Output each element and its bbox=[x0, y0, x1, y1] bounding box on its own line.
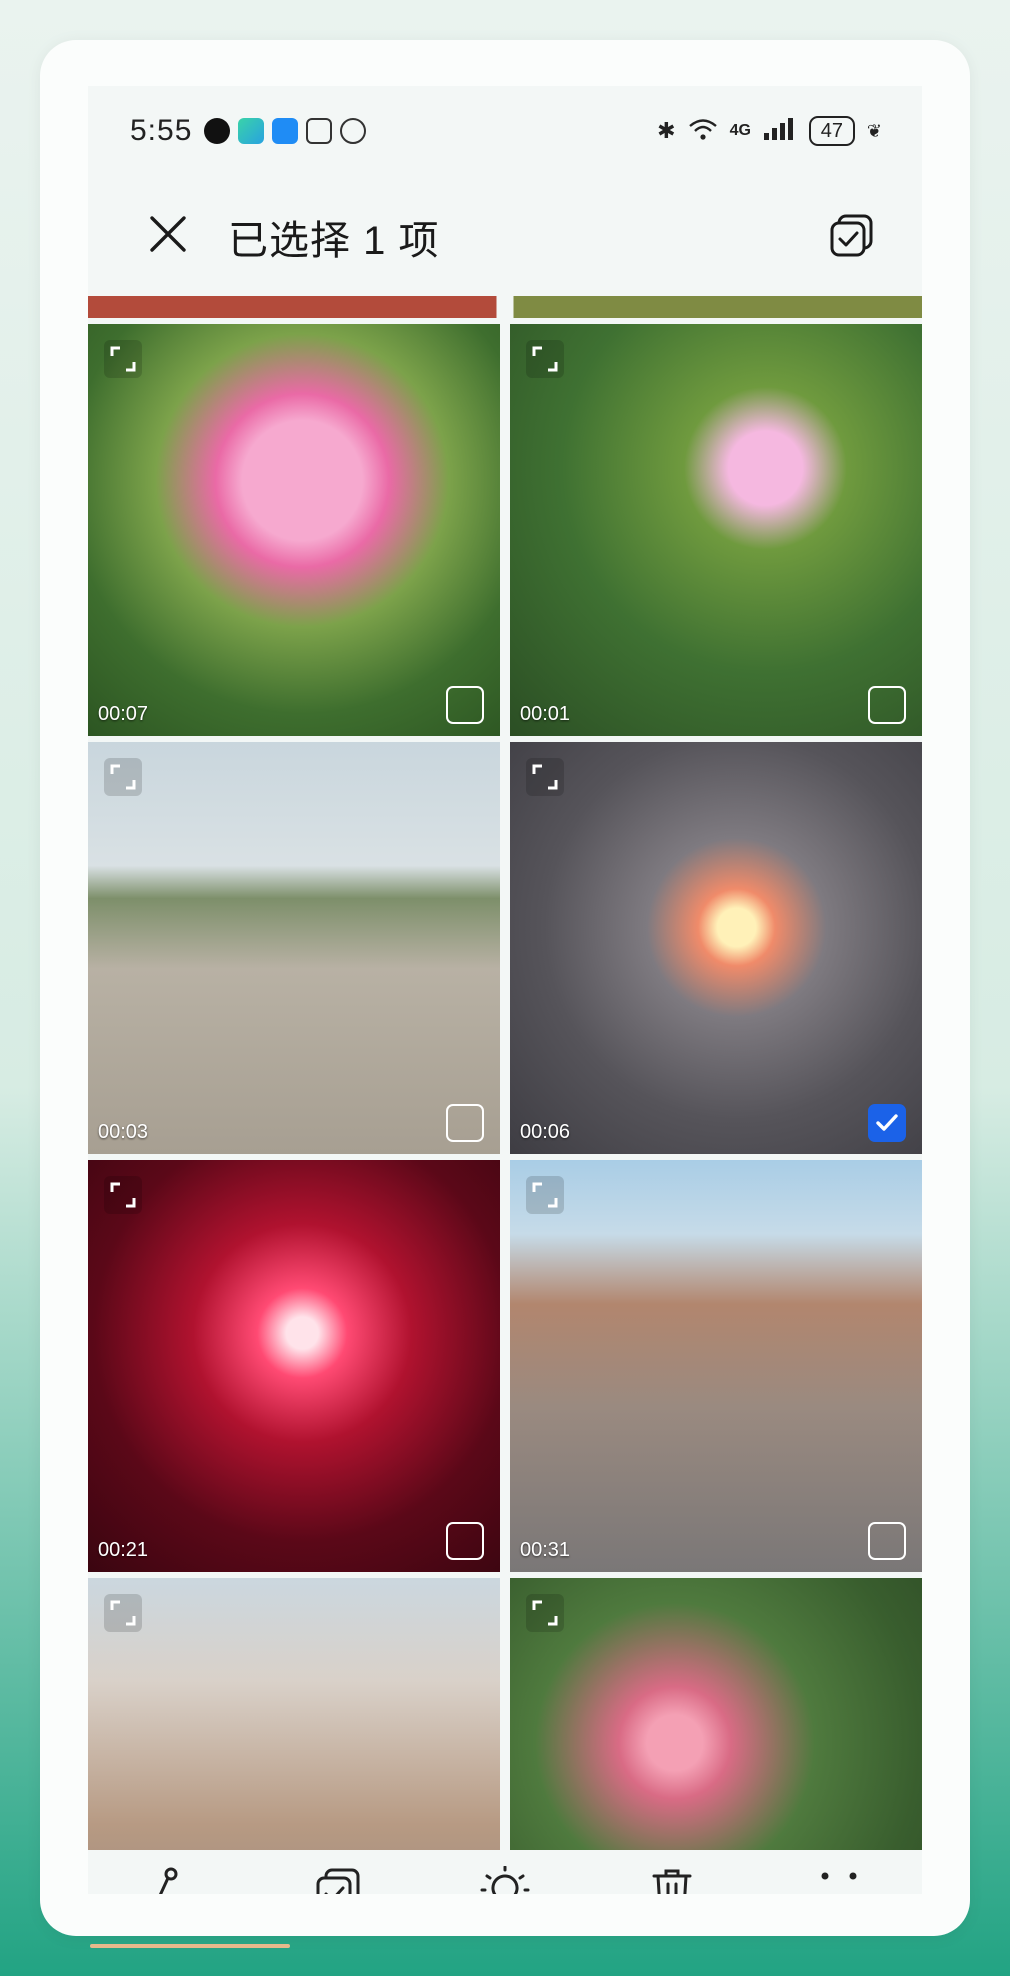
video-duration: 00:31 bbox=[520, 1539, 571, 1561]
status-time: 5:55 bbox=[130, 114, 193, 147]
select-all-toggle-button[interactable] bbox=[822, 206, 882, 266]
expand-icon[interactable] bbox=[526, 1176, 564, 1214]
media-item[interactable]: 00:21 bbox=[88, 1160, 500, 1572]
gallery-screen: 5:55 ✱ 4G 47 ❦ 已选择 1 项 00:07 00:01 00:03… bbox=[88, 86, 922, 1894]
network-type: 4G bbox=[729, 122, 751, 139]
close-button[interactable] bbox=[140, 206, 196, 262]
create-button[interactable]: 创作 bbox=[445, 1865, 565, 1894]
trash-icon bbox=[652, 1869, 692, 1894]
expand-icon[interactable] bbox=[104, 1176, 142, 1214]
qq-icon bbox=[204, 118, 230, 144]
video-thumbnail bbox=[88, 324, 500, 736]
signal-icon bbox=[763, 117, 797, 146]
video-thumbnail bbox=[510, 1578, 922, 1850]
expand-icon[interactable] bbox=[104, 340, 142, 378]
close-icon bbox=[150, 216, 186, 252]
system-status: ✱ 4G 47 ❦ bbox=[657, 116, 882, 146]
media-grid: 00:07 00:01 00:03 00:06 00:21 00:31 bbox=[88, 296, 922, 1850]
expand-icon[interactable] bbox=[104, 758, 142, 796]
more-dots-icon bbox=[821, 1872, 857, 1879]
battery-indicator: 47 bbox=[808, 116, 855, 146]
media-item[interactable]: 00:03 bbox=[88, 742, 500, 1154]
video-thumbnail bbox=[510, 1160, 922, 1572]
select-checkbox[interactable] bbox=[868, 686, 906, 724]
expand-icon[interactable] bbox=[526, 758, 564, 796]
media-item[interactable]: 00:31 bbox=[510, 1160, 922, 1572]
home-indicator bbox=[90, 1944, 290, 1948]
partially-visible-row bbox=[88, 296, 922, 318]
expand-icon[interactable] bbox=[104, 1594, 142, 1632]
wifi-icon bbox=[688, 117, 718, 146]
more-button[interactable]: 更多 bbox=[779, 1866, 899, 1895]
bluetooth-icon: ✱ bbox=[657, 118, 676, 143]
status-bar: 5:55 ✱ 4G 47 ❦ bbox=[88, 86, 922, 178]
select-checkbox[interactable] bbox=[446, 1104, 484, 1142]
media-item[interactable] bbox=[88, 1578, 500, 1850]
video-duration: 00:07 bbox=[98, 703, 149, 725]
lightbulb-icon bbox=[480, 1865, 530, 1894]
weather-icon bbox=[272, 118, 298, 144]
expand-icon[interactable] bbox=[526, 1594, 564, 1632]
media-item-selected[interactable]: 00:06 bbox=[510, 742, 922, 1154]
checkmark-icon bbox=[876, 1114, 898, 1131]
power-saving-leaf-icon: ❦ bbox=[866, 120, 882, 141]
share-icon bbox=[159, 1867, 178, 1894]
expand-icon[interactable] bbox=[526, 340, 564, 378]
select-all-icon bbox=[316, 1868, 360, 1894]
delete-button[interactable]: 删除 bbox=[612, 1866, 732, 1894]
video-thumbnail bbox=[88, 742, 500, 1154]
notification-icons bbox=[204, 118, 366, 144]
video-duration: 00:21 bbox=[98, 1539, 149, 1561]
select-all-button[interactable]: 全选 bbox=[278, 1866, 398, 1894]
alarm-icon bbox=[340, 118, 366, 144]
page-title: 已选择 1 项 bbox=[228, 219, 440, 263]
select-checkbox[interactable] bbox=[446, 686, 484, 724]
selection-header: 已选择 1 项 bbox=[88, 178, 922, 288]
media-item[interactable]: 00:07 bbox=[88, 324, 500, 736]
video-thumbnail bbox=[510, 324, 922, 736]
video-duration: 00:03 bbox=[98, 1121, 149, 1143]
select-checkbox-checked[interactable] bbox=[868, 1104, 906, 1142]
video-thumbnail bbox=[88, 1578, 500, 1850]
nfc-icon bbox=[306, 118, 332, 144]
media-item[interactable] bbox=[510, 1578, 922, 1850]
wifi-app-icon bbox=[238, 118, 264, 144]
multi-select-icon bbox=[830, 214, 873, 257]
media-item[interactable]: 00:01 bbox=[510, 324, 922, 736]
select-checkbox[interactable] bbox=[868, 1522, 906, 1560]
video-thumbnail bbox=[510, 742, 922, 1154]
video-thumbnail bbox=[88, 1160, 500, 1572]
select-checkbox[interactable] bbox=[446, 1522, 484, 1560]
video-duration: 00:01 bbox=[520, 703, 571, 725]
bottom-toolbar: 分享 全选 创作 删除 bbox=[88, 1850, 922, 1894]
share-button[interactable]: 分享 bbox=[111, 1866, 231, 1894]
video-duration: 00:06 bbox=[520, 1121, 571, 1143]
